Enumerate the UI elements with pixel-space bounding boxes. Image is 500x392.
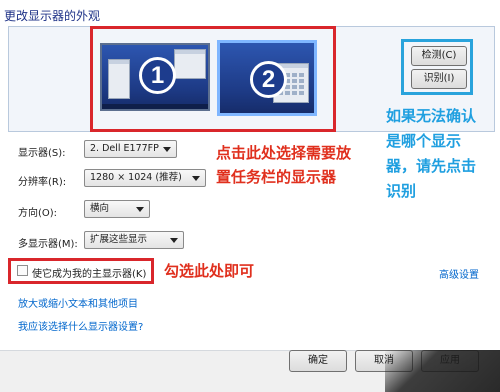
orientation-select-value: 横向 [90,203,110,214]
display-select[interactable]: 2. Dell E177FP [84,140,177,158]
monitor-1-window-back [174,49,206,79]
display-select-value: 2. Dell E177FP [90,143,159,154]
monitor-1-window-front [108,59,130,99]
page-title: 更改显示器的外观 [4,9,101,23]
monitor-2-number-badge: 2 [250,61,287,98]
identify-button[interactable]: 识别(I) [411,69,467,89]
ok-button[interactable]: 确定 [289,350,347,372]
chevron-down-icon [170,238,178,243]
monitor-1[interactable]: 1 [100,43,210,111]
which-settings-link[interactable]: 我应该选择什么显示器设置? [18,318,143,333]
annotation-line-1: 如果无法确认 [386,107,477,125]
monitor-1-taskbar [102,104,208,109]
annotation-line-3: 器，请先点击 [386,157,477,175]
annotation-line-1: 点击此处选择需要放 [216,144,352,162]
orientation-select[interactable]: 横向 [84,200,150,218]
orientation-label: 方向(O): [18,208,58,219]
annotation-line-4: 识别 [386,182,417,200]
main-display-checkbox[interactable] [17,265,28,276]
main-display-checkbox-label[interactable]: 使它成为我的主显示器(K) [32,265,146,280]
advanced-settings-link[interactable]: 高级设置 [439,266,479,281]
detect-button[interactable]: 检测(C) [411,46,467,66]
multiple-displays-label: 多显示器(M): [18,239,78,250]
annotation-line-2: 置任务栏的显示器 [216,168,337,186]
annotation-check-here: 勾选此处即可 [164,262,255,280]
chevron-down-icon [192,176,200,181]
monitor-2[interactable]: 2 [217,40,317,116]
multiple-displays-select-value: 扩展这些显示 [90,234,148,245]
monitor-1-number-badge: 1 [139,57,176,94]
multiple-displays-select[interactable]: 扩展这些显示 [84,231,184,249]
display-label: 显示器(S): [18,148,66,159]
annotation-identify-hint: 如果无法确认 是哪个显示 器，请先点击 识别 [386,104,476,204]
watermark-logo [385,350,500,392]
annotation-select-display: 点击此处选择需要放 置任务栏的显示器 [216,141,351,189]
resolution-select[interactable]: 1280 × 1024 (推荐) [84,169,206,187]
annotation-line-2: 是哪个显示 [386,132,462,150]
chevron-down-icon [136,207,144,212]
resolution-select-value: 1280 × 1024 (推荐) [90,172,182,183]
resolution-label: 分辨率(R): [18,177,67,188]
chevron-down-icon [163,147,171,152]
enlarge-text-link[interactable]: 放大或缩小文本和其他项目 [18,295,138,310]
